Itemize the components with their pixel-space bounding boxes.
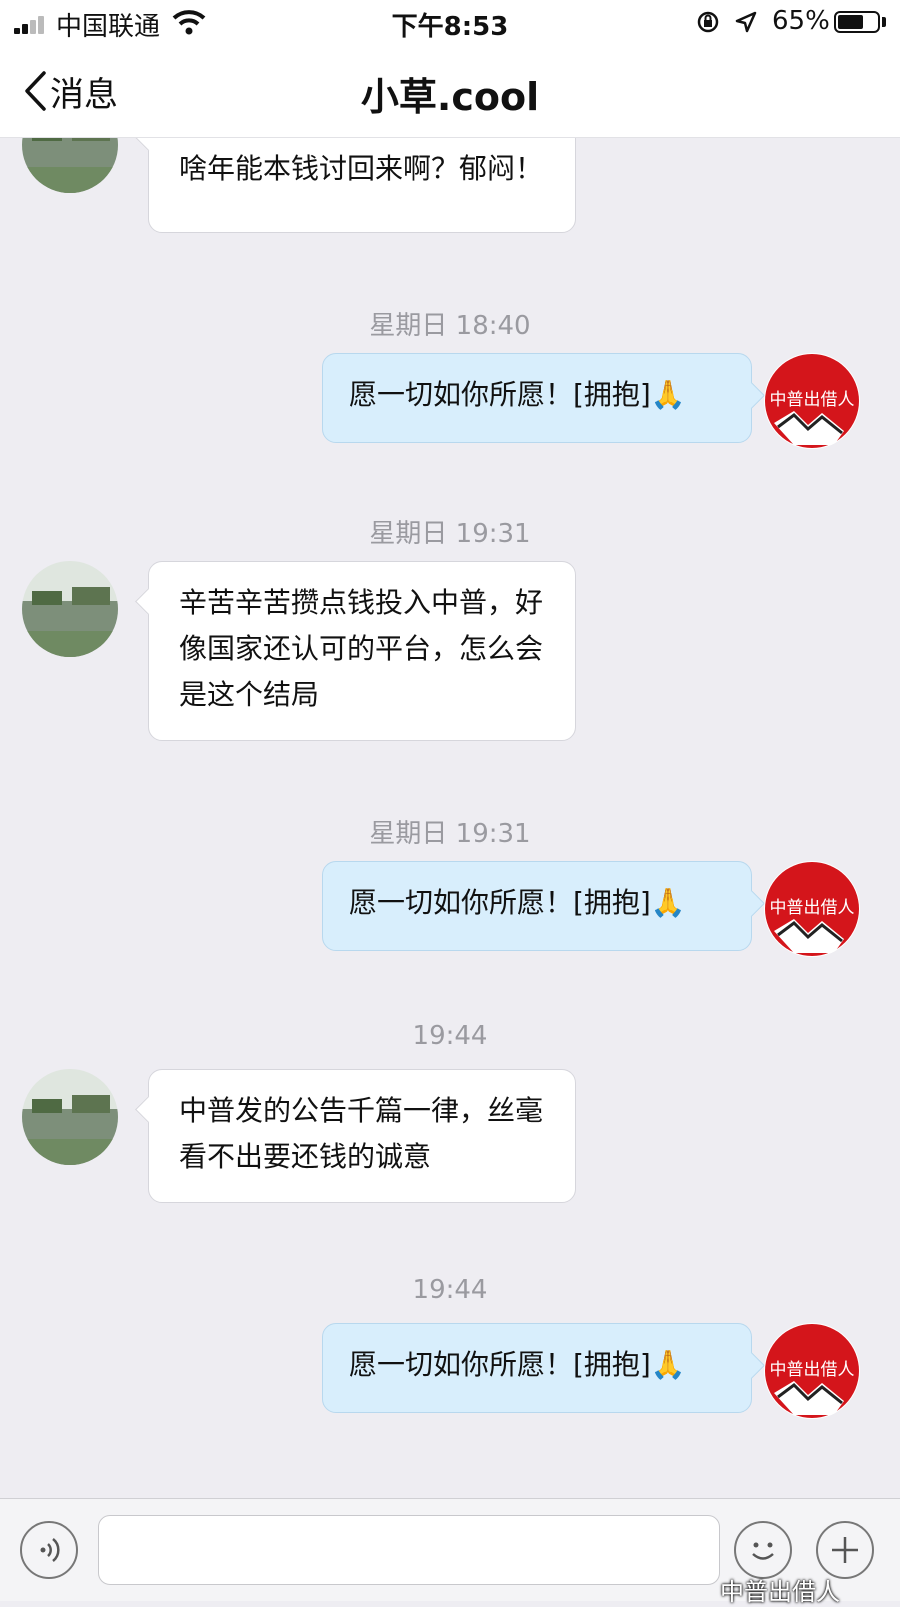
more-button[interactable] (816, 1521, 874, 1579)
battery-percent: 65% (772, 6, 830, 36)
chat-title: 小草.cool (360, 75, 540, 119)
contact-avatar[interactable] (22, 137, 118, 193)
message-input[interactable] (98, 1515, 720, 1585)
top-bar: 中国联通 下午8:53 65% 消息 小草.cool (0, 0, 900, 138)
self-avatar[interactable]: 中普出借人 (764, 861, 860, 957)
location-icon (735, 11, 757, 33)
message-bubble-outgoing[interactable]: 愿一切如你所愿！[拥抱]🙏 (322, 861, 752, 951)
svg-text:中普出借人: 中普出借人 (770, 898, 855, 917)
status-time: 下午8:53 (391, 12, 509, 42)
battery-cap (882, 17, 886, 27)
timestamp: 19:44 (412, 1275, 488, 1305)
voice-icon (40, 1538, 60, 1562)
message-bubble-incoming[interactable]: 中普发的公告千篇一律，丝毫看不出要还钱的诚意 (148, 1069, 576, 1203)
message-list[interactable]: 啥年能本钱讨回来啊？郁闷！ 星期日 18:40 愿一切如你所愿！[拥抱]🙏 中普… (0, 137, 900, 1498)
message-bubble-outgoing[interactable]: 愿一切如你所愿！[拥抱]🙏 (322, 1323, 752, 1413)
contact-avatar[interactable] (22, 561, 118, 657)
battery-icon (834, 11, 880, 33)
status-bar: 中国联通 下午8:53 65% (0, 0, 900, 46)
svg-text:中普出借人: 中普出借人 (770, 390, 855, 409)
message-bubble-incoming[interactable]: 啥年能本钱讨回来啊？郁闷！ (148, 137, 576, 233)
watermark: 中普出借人 (720, 1578, 840, 1606)
self-avatar[interactable]: 中普出借人 (764, 1323, 860, 1419)
timestamp: 19:44 (412, 1021, 488, 1051)
contact-avatar[interactable] (22, 1069, 118, 1165)
orientation-lock-icon (697, 11, 719, 33)
timestamp: 星期日 18:40 (369, 311, 531, 341)
timestamp: 星期日 19:31 (369, 519, 531, 549)
self-avatar[interactable]: 中普出借人 (764, 353, 860, 449)
emoji-icon (752, 1542, 774, 1560)
svg-text:中普出借人: 中普出借人 (770, 1360, 855, 1379)
voice-button[interactable] (20, 1521, 78, 1579)
message-bubble-incoming[interactable]: 辛苦辛苦攒点钱投入中普，好像国家还认可的平台，怎么会是这个结局 (148, 561, 576, 741)
timestamp: 星期日 19:31 (369, 819, 531, 849)
emoji-button[interactable] (734, 1521, 792, 1579)
message-bubble-outgoing[interactable]: 愿一切如你所愿！[拥抱]🙏 (322, 353, 752, 443)
plus-icon (832, 1537, 858, 1563)
